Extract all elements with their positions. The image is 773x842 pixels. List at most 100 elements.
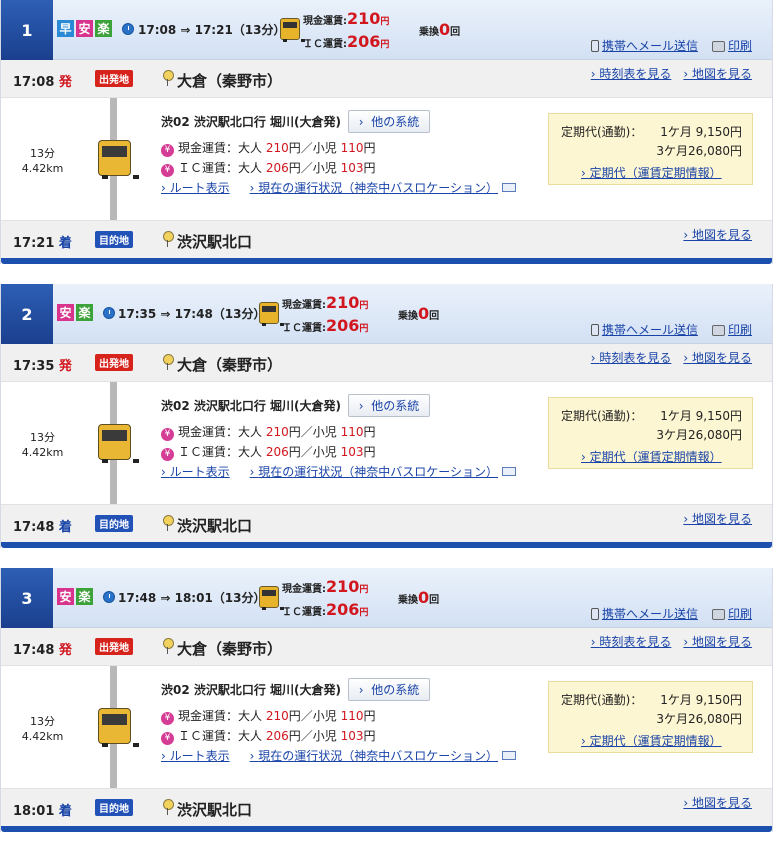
route-display-link[interactable]: › ルート表示 xyxy=(161,463,230,480)
mail-link[interactable]: 携帯へメール送信 xyxy=(590,37,698,54)
commuter-pass-link[interactable]: › 定期代（運賃定期情報） xyxy=(581,732,722,749)
timetable-link[interactable]: › 時刻表を見る xyxy=(591,65,672,82)
yen-unit: 円 xyxy=(363,445,376,459)
bus-location-link[interactable]: › 現在の運行状況（神奈中バスロケーション） xyxy=(250,179,517,196)
cheapest-badge: 安 xyxy=(57,304,74,321)
arrival-links: › 地図を見る xyxy=(683,510,752,527)
route-display-link[interactable]: › ルート表示 xyxy=(161,179,230,196)
departure-links: › 時刻表を見る › 地図を見る xyxy=(591,349,752,366)
map-link-label: 地図を見る xyxy=(691,635,752,649)
ic-fare-label: ＩＣ運賃: xyxy=(282,323,326,334)
bus-stop-pin-icon xyxy=(163,799,174,815)
other-routes-label: 他の系統 xyxy=(371,683,420,697)
commuter-pass-link[interactable]: › 定期代（運賃定期情報） xyxy=(581,448,722,465)
route-header: 3 安 楽 17:48 ⇒ 18:01（13分） 現金運賃:210円 ＩＣ運賃:… xyxy=(1,568,772,628)
mail-link[interactable]: 携帯へメール送信 xyxy=(590,605,698,622)
timetable-link-label: 時刻表を見る xyxy=(599,635,672,649)
map-link[interactable]: › 地図を見る xyxy=(683,794,752,811)
arrival-links: › 地図を見る xyxy=(683,226,752,243)
print-icon xyxy=(711,325,725,336)
child-ic-value: 103 xyxy=(340,161,364,175)
map-link[interactable]: › 地図を見る xyxy=(683,510,752,527)
transfer-count: 乗換0回 xyxy=(398,588,439,607)
cheapest-badge: 安 xyxy=(76,20,93,37)
child-ic-value: 103 xyxy=(340,445,364,459)
bus-icon xyxy=(98,424,139,463)
segment-duration: 13分 4.42km xyxy=(15,430,70,460)
map-link[interactable]: › 地図を見る xyxy=(683,633,752,650)
map-link[interactable]: › 地図を見る xyxy=(683,65,752,82)
other-routes-button[interactable]: › 他の系統 xyxy=(348,110,430,133)
transfer-unit: 回 xyxy=(429,595,440,606)
bus-location-link[interactable]: › 現在の運行状況（神奈中バスロケーション） xyxy=(250,463,517,480)
route-display-label: ルート表示 xyxy=(169,749,230,763)
arrival-stop-name: 渋沢駅北口 xyxy=(177,517,253,535)
map-link[interactable]: › 地図を見る xyxy=(683,349,752,366)
route-display-label: ルート表示 xyxy=(169,465,230,479)
cash-fare-line: ¥ 現金運賃：大人 210円／小児 110円 xyxy=(161,707,375,725)
clock-icon xyxy=(122,23,134,35)
commuter-pass-box: 定期代(通勤)： 1ケ月 9,150円 3ケ月26,080円 › 定期代（運賃定… xyxy=(548,113,753,185)
print-link-label: 印刷 xyxy=(727,39,752,53)
arrival-tag: 目的地 xyxy=(95,515,133,532)
adult-ic-value: 206 xyxy=(265,161,289,175)
arrival-stop-name: 渋沢駅北口 xyxy=(177,801,253,819)
yen-unit: 円 xyxy=(359,585,369,595)
ic-fare-value: 206 xyxy=(326,600,360,619)
commuter-pass-link-label: 定期代（運賃定期情報） xyxy=(589,166,722,180)
bus-stop-pin-icon xyxy=(163,354,174,370)
print-link[interactable]: 印刷 xyxy=(711,605,752,622)
bus-stop-pin-icon xyxy=(163,231,174,247)
phone-icon xyxy=(590,608,599,620)
arrival-time-value: 17:48 xyxy=(13,520,55,535)
time-range: 17:48 ⇒ 18:01（13分） xyxy=(118,591,266,605)
arrival-links: › 地図を見る xyxy=(683,794,752,811)
mail-link-label: 携帯へメール送信 xyxy=(601,323,698,337)
departure-row: 17:35 発 出発地 大倉（秦野市） › 時刻表を見る › 地図を見る xyxy=(1,344,772,382)
clock-icon xyxy=(103,591,115,603)
yen-unit: 円 xyxy=(363,161,376,175)
mail-link-label: 携帯へメール送信 xyxy=(601,39,698,53)
print-icon xyxy=(711,41,725,52)
departure-time: 17:48 発 xyxy=(13,639,72,658)
arrival-suffix: 着 xyxy=(58,520,72,535)
print-link[interactable]: 印刷 xyxy=(711,321,752,338)
segment-links: › ルート表示 › 現在の運行状況（神奈中バスロケーション） xyxy=(161,463,517,480)
map-link[interactable]: › 地図を見る xyxy=(683,226,752,243)
print-link[interactable]: 印刷 xyxy=(711,37,752,54)
departure-stop-name: 大倉（秦野市） xyxy=(177,356,283,374)
segment: 13分 4.42km 渋02 渋沢駅北口行 堀川(大倉発) › 他の系統 ¥ 現金運… xyxy=(1,382,772,504)
bus-location-link[interactable]: › 現在の運行状況（神奈中バスロケーション） xyxy=(250,747,517,764)
bus-stop-pin-icon xyxy=(163,638,174,654)
segment: 13分 4.42km 渋02 渋沢駅北口行 堀川(大倉発) › 他の系統 ¥ 現金運… xyxy=(1,666,772,788)
departure-suffix: 発 xyxy=(58,643,72,658)
cash-fare-line: ¥ 現金運賃：大人 210円／小児 110円 xyxy=(161,139,375,157)
yen-slash-child: 円／小児 xyxy=(288,161,341,175)
timetable-link[interactable]: › 時刻表を見る xyxy=(591,349,672,366)
other-routes-button[interactable]: › 他の系統 xyxy=(348,394,430,417)
departure-tag: 出発地 xyxy=(95,354,133,371)
transfer-label: 乗換 xyxy=(398,311,418,322)
cash-fare-label: 現金運賃: xyxy=(282,584,326,595)
distance-value: 4.42km xyxy=(21,730,64,743)
commuter-pass-link[interactable]: › 定期代（運賃定期情報） xyxy=(581,164,722,181)
arrival-time: 18:01 着 xyxy=(13,800,72,819)
print-link-label: 印刷 xyxy=(727,323,752,337)
bus-location-label: 現在の運行状況（神奈中バスロケーション） xyxy=(258,749,499,763)
external-window-icon xyxy=(502,467,517,476)
route-display-link[interactable]: › ルート表示 xyxy=(161,747,230,764)
other-routes-button[interactable]: › 他の系統 xyxy=(348,678,430,701)
duration-value: 13分 xyxy=(30,715,55,728)
commuter-pass-link-label: 定期代（運賃定期情報） xyxy=(589,734,722,748)
yen-icon: ¥ xyxy=(161,144,174,157)
mail-link[interactable]: 携帯へメール送信 xyxy=(590,321,698,338)
commuter-pass-1month: 1ケ月 9,150円 xyxy=(660,409,742,423)
arrival-time-value: 17:21 xyxy=(13,236,55,251)
cash-fare-line: ¥ 現金運賃：大人 210円／小児 110円 xyxy=(161,423,375,441)
timetable-link[interactable]: › 時刻表を見る xyxy=(591,633,672,650)
yen-unit: 円 xyxy=(359,608,369,618)
print-icon xyxy=(711,609,725,620)
segment-duration: 13分 4.42km xyxy=(15,714,70,744)
cash-fare-value: 210 xyxy=(326,577,360,596)
bus-icon xyxy=(98,140,139,179)
